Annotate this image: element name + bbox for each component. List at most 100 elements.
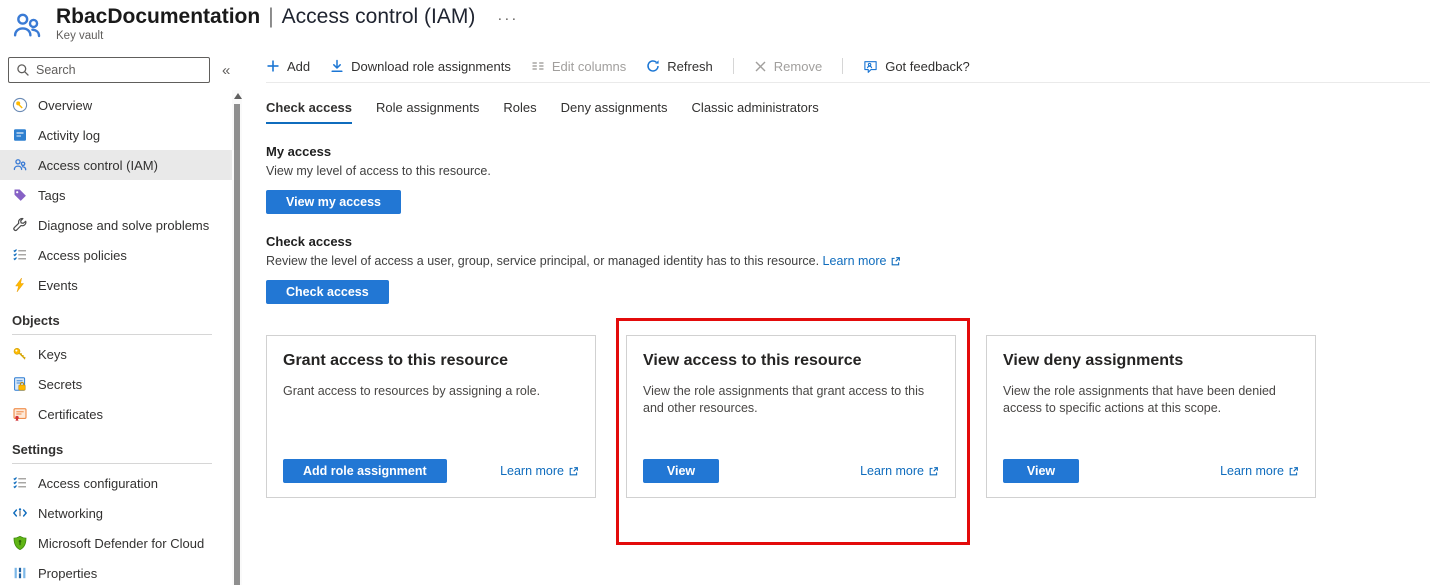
sidebar-item-label: Networking <box>38 506 103 521</box>
external-link-icon <box>928 466 939 477</box>
sidebar-item-label: Microsoft Defender for Cloud <box>38 536 204 551</box>
properties-icon <box>12 565 28 581</box>
deny-assignments-learn-more-link[interactable]: Learn more <box>1220 464 1299 478</box>
sidebar-item-certificates[interactable]: Certificates <box>0 399 232 429</box>
search-input[interactable] <box>36 63 202 77</box>
networking-icon <box>12 505 28 521</box>
download-role-assignments-button[interactable]: Download role assignments <box>330 59 511 74</box>
tab-role-assignments[interactable]: Role assignments <box>376 100 479 124</box>
tab-roles[interactable]: Roles <box>503 100 536 124</box>
my-access-title: My access <box>266 144 1430 159</box>
toolbar-label: Got feedback? <box>885 59 970 74</box>
certificate-icon <box>12 406 28 422</box>
remove-button[interactable]: Remove <box>754 59 822 74</box>
learn-more-label: Learn more <box>1220 464 1284 478</box>
sidebar-item-access-control-iam[interactable]: Access control (IAM) <box>0 150 232 180</box>
download-icon <box>330 59 344 73</box>
check-access-learn-more-link[interactable]: Learn more <box>823 254 902 268</box>
sidebar-item-tags[interactable]: Tags <box>0 180 232 210</box>
card-description: View the role assignments that grant acc… <box>643 383 939 417</box>
external-link-icon <box>568 466 579 477</box>
sidebar-item-keys[interactable]: Keys <box>0 339 232 369</box>
sidebar-item-label: Activity log <box>38 128 100 143</box>
sidebar-item-properties[interactable]: Properties <box>0 558 232 585</box>
sidebar-item-label: Properties <box>38 566 97 581</box>
collapse-sidebar-button[interactable]: « <box>222 62 230 79</box>
toolbar-label: Add <box>287 59 310 74</box>
tab-deny-assignments[interactable]: Deny assignments <box>561 100 668 124</box>
section-divider <box>12 463 212 464</box>
card-footer: View Learn more <box>643 459 939 483</box>
sidebar-section-settings: Settings <box>0 429 232 463</box>
resource-type-label: Key vault <box>56 30 518 42</box>
secret-document-icon <box>12 376 28 392</box>
sidebar-item-secrets[interactable]: Secrets <box>0 369 232 399</box>
sidebar-item-activity-log[interactable]: Activity log <box>0 120 232 150</box>
view-access-button[interactable]: View <box>643 459 719 483</box>
add-role-assignment-button[interactable]: Add role assignment <box>283 459 447 483</box>
sidebar-item-access-configuration[interactable]: Access configuration <box>0 468 232 498</box>
card-title: View access to this resource <box>643 352 939 370</box>
my-access-description: View my level of access to this resource… <box>266 164 1430 178</box>
sidebar-section-objects: Objects <box>0 300 232 334</box>
grant-access-learn-more-link[interactable]: Learn more <box>500 464 579 478</box>
view-my-access-button[interactable]: View my access <box>266 190 401 214</box>
tab-check-access[interactable]: Check access <box>266 100 352 124</box>
sidebar-item-label: Access configuration <box>38 476 158 491</box>
got-feedback-button[interactable]: Got feedback? <box>863 59 970 74</box>
toolbar-separator <box>733 58 734 74</box>
sidebar-item-networking[interactable]: Networking <box>0 498 232 528</box>
sidebar-item-label: Access policies <box>38 248 127 263</box>
view-access-learn-more-link[interactable]: Learn more <box>860 464 939 478</box>
card-title: Grant access to this resource <box>283 352 579 370</box>
sidebar-item-label: Secrets <box>38 377 82 392</box>
sidebar-item-access-policies[interactable]: Access policies <box>0 240 232 270</box>
feedback-icon <box>863 59 878 74</box>
toolbar-label: Edit columns <box>552 59 626 74</box>
sidebar-item-label: Access control (IAM) <box>38 158 158 173</box>
edit-columns-button[interactable]: Edit columns <box>531 59 626 74</box>
card-title: View deny assignments <box>1003 352 1299 370</box>
resource-name: RbacDocumentation <box>56 5 260 29</box>
section-divider <box>12 334 212 335</box>
check-access-button[interactable]: Check access <box>266 280 389 304</box>
search-icon <box>16 63 30 77</box>
check-access-description: Review the level of access a user, group… <box>266 254 1430 268</box>
sidebar: « Overview Activity log <box>0 50 232 585</box>
grant-access-card: Grant access to this resource Grant acce… <box>266 335 596 498</box>
sidebar-item-label: Tags <box>38 188 65 203</box>
azure-portal-iam-page: RbacDocumentation | Access control (IAM)… <box>0 0 1430 585</box>
page-title: RbacDocumentation | Access control (IAM)… <box>56 5 518 29</box>
sidebar-item-defender[interactable]: Microsoft Defender for Cloud <box>0 528 232 558</box>
check-access-section: Check access Review the level of access … <box>266 234 1430 304</box>
external-link-icon <box>890 256 901 267</box>
sidebar-item-label: Diagnose and solve problems <box>38 218 209 233</box>
sidebar-search-row: « <box>8 57 232 83</box>
edit-columns-icon <box>531 59 545 73</box>
add-button[interactable]: Add <box>266 59 310 74</box>
view-deny-assignments-button[interactable]: View <box>1003 459 1079 483</box>
scrollbar-up-arrow[interactable] <box>234 93 242 99</box>
access-control-icon <box>12 157 28 173</box>
sidebar-item-label: Events <box>38 278 78 293</box>
sidebar-item-label: Certificates <box>38 407 103 422</box>
search-box[interactable] <box>8 57 210 83</box>
more-menu-icon[interactable]: ··· <box>497 10 518 27</box>
check-access-description-text: Review the level of access a user, group… <box>266 254 819 268</box>
sidebar-item-diagnose[interactable]: Diagnose and solve problems <box>0 210 232 240</box>
command-bar: Add Download role assignments <box>266 50 1430 83</box>
sidebar-item-events[interactable]: Events <box>0 270 232 300</box>
learn-more-label: Learn more <box>823 254 887 268</box>
tab-classic-administrators[interactable]: Classic administrators <box>692 100 819 124</box>
sidebar-item-overview[interactable]: Overview <box>0 90 232 120</box>
refresh-button[interactable]: Refresh <box>646 59 713 74</box>
wrench-icon <box>12 217 28 233</box>
sidebar-item-label: Keys <box>38 347 67 362</box>
view-access-card: View access to this resource View the ro… <box>626 335 956 498</box>
learn-more-label: Learn more <box>860 464 924 478</box>
my-access-section: My access View my level of access to thi… <box>266 144 1430 214</box>
sidebar-scrollbar-thumb[interactable] <box>234 104 240 585</box>
title-block: RbacDocumentation | Access control (IAM)… <box>56 5 518 43</box>
toolbar-label: Remove <box>774 59 822 74</box>
title-separator: | <box>268 5 273 29</box>
